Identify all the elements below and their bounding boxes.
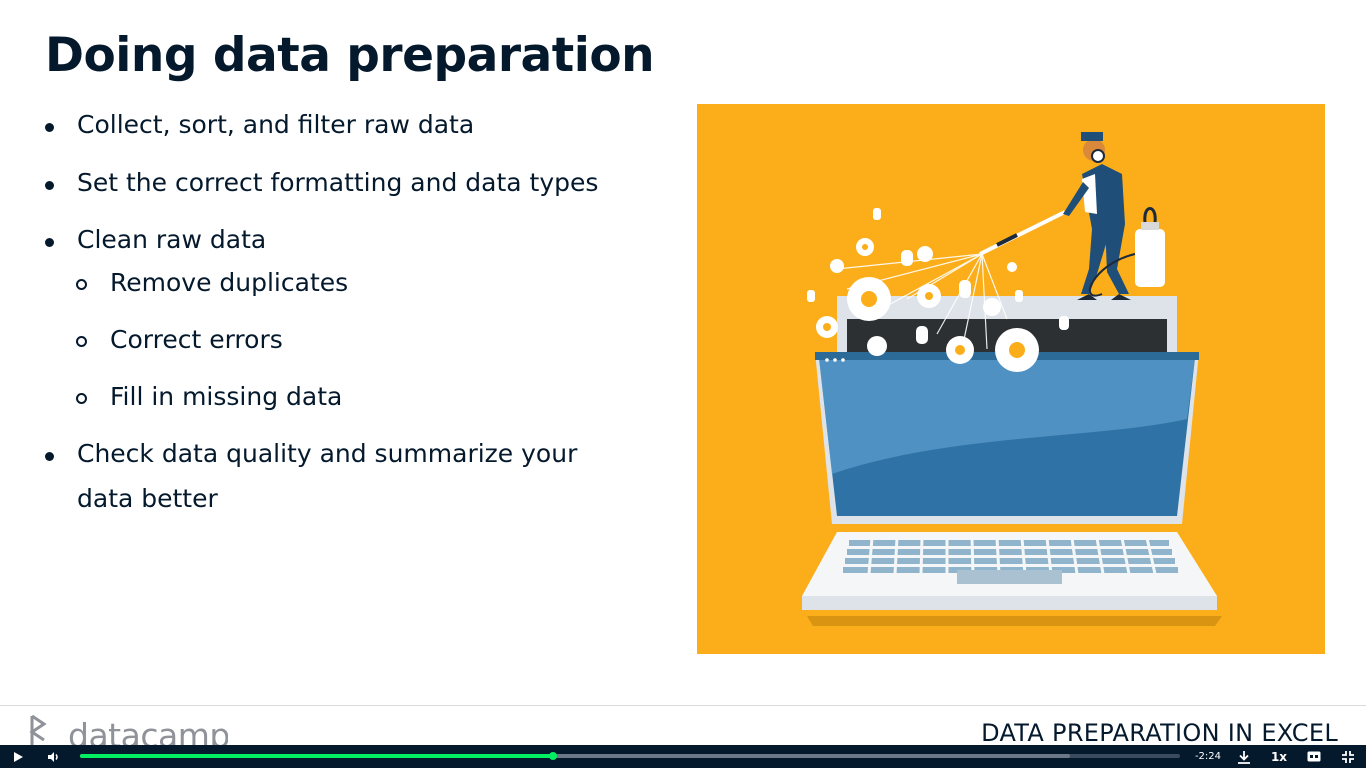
volume-button[interactable] — [44, 745, 64, 768]
bullet-item: Check data quality and summarize your — [77, 439, 578, 468]
play-button[interactable] — [8, 745, 28, 768]
progress-handle[interactable] — [549, 752, 557, 760]
video-player-bar: -2:24 1x — [0, 745, 1366, 768]
laptop-bug-illustration — [697, 104, 1325, 654]
volume-icon — [48, 751, 58, 762]
bullet-dot — [45, 452, 54, 461]
sub-bullet-circle — [76, 393, 87, 404]
datacamp-logo: datacamp — [28, 714, 228, 745]
bullet-dot — [45, 181, 54, 190]
progress-fill — [80, 754, 553, 758]
bullet-dot — [45, 123, 54, 132]
sub-bullet-item: Correct errors — [110, 325, 283, 354]
play-icon — [14, 751, 23, 762]
slide-title: Doing data preparation — [45, 28, 655, 83]
captions-icon — [1307, 751, 1321, 762]
footer-divider — [0, 705, 1366, 706]
bullet-dot — [45, 238, 54, 247]
datacamp-mark-icon — [29, 714, 47, 745]
exit-fullscreen-button[interactable] — [1338, 745, 1358, 768]
course-title: DATA PREPARATION IN EXCEL — [981, 719, 1338, 747]
download-icon — [1238, 750, 1250, 764]
bullet-item: Collect, sort, and filter raw data — [77, 110, 475, 139]
illustration-svg — [802, 132, 1222, 626]
bullet-item: Set the correct formatting and data type… — [77, 168, 599, 197]
bullet-item: Clean raw data — [77, 225, 267, 254]
exit-fullscreen-icon — [1342, 750, 1354, 763]
captions-button[interactable] — [1304, 745, 1324, 768]
time-remaining: -2:24 — [1194, 751, 1222, 762]
progress-track[interactable] — [80, 752, 1180, 760]
download-button[interactable] — [1234, 745, 1254, 768]
playback-speed-button[interactable]: 1x — [1268, 745, 1290, 768]
sub-bullet-circle — [76, 336, 87, 347]
datacamp-logo-text: datacamp — [68, 716, 228, 745]
sub-bullet-item: Remove duplicates — [110, 268, 349, 297]
bullet-item-continued: data better — [77, 484, 218, 513]
slide: Doing data preparation Collect, sort, an… — [0, 0, 1366, 745]
sub-bullet-circle — [76, 279, 87, 290]
sub-bullet-item: Fill in missing data — [110, 382, 343, 411]
